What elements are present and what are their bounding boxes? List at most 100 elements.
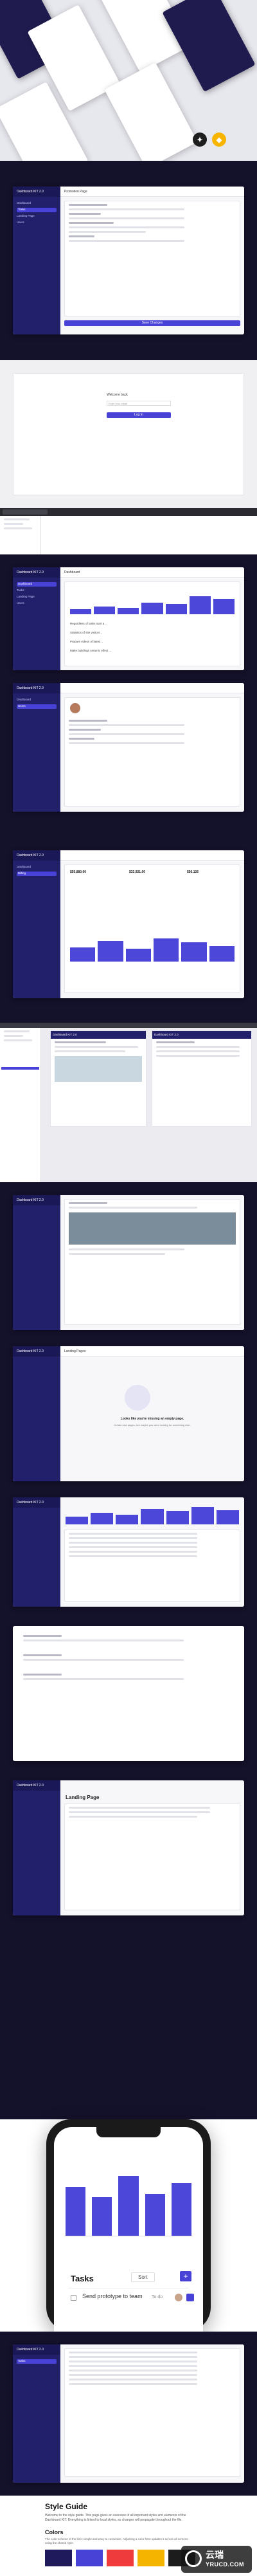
login-title: Welcome back	[107, 393, 128, 397]
figma-icon: ✦	[193, 132, 207, 147]
app-window: Dashboard KIT 2.0	[13, 1195, 244, 1330]
layers-panel	[0, 516, 41, 554]
bar-chart	[66, 1505, 239, 1524]
sidebar-item[interactable]: Billing	[17, 872, 57, 876]
watermark-logo-icon	[185, 2550, 202, 2567]
list-item[interactable]: Prepare videos of latest ..	[70, 640, 103, 643]
stat-value: $32,921.00	[129, 870, 146, 874]
feed-card	[64, 1199, 240, 1325]
sidebar-item[interactable]: Dashboard	[17, 582, 57, 587]
app-window: Dashboard KIT 2.0 Landing Page	[13, 1780, 244, 1915]
sidebar-item[interactable]: Dashboard	[17, 201, 57, 206]
stat-value: $56,126	[187, 870, 199, 874]
sidebar-item[interactable]: Dashboard	[17, 865, 57, 870]
feed-panel: Dashboard KIT 2.0	[50, 1030, 146, 1127]
brand-title: Dashboard KIT 2.0	[13, 187, 60, 197]
app-window: Dashboard KIT 2.0 Dashboard Tasks Landin…	[13, 567, 244, 670]
avatar	[175, 2294, 182, 2301]
task-text: Send prototype to team	[82, 2293, 143, 2299]
watermark: 云瑞 YRUCD.COM	[181, 2546, 252, 2573]
browser-tabbar	[0, 508, 257, 516]
email-field[interactable]: Enter your email	[107, 401, 171, 406]
section-dual-panels: Dashboard KIT 2.0 Dashboard KIT 2.0	[0, 1028, 257, 1182]
sidebar-item[interactable]: Users	[17, 601, 57, 606]
list-item[interactable]: Statistics of site visitors ..	[70, 631, 102, 634]
browser-tab[interactable]	[3, 509, 48, 515]
bar-chart	[70, 936, 235, 962]
sort-button[interactable]: Sort	[131, 2272, 155, 2282]
avatar	[70, 703, 80, 713]
profile-card	[64, 697, 240, 807]
task-checkbox[interactable]	[71, 2295, 76, 2301]
login-card: Welcome back Enter your email Log In	[13, 373, 244, 495]
brand-title: Dashboard KIT 2.0	[13, 1497, 60, 1508]
table-card	[64, 1530, 240, 1602]
tasks-title: Tasks	[71, 2274, 94, 2283]
phone-screen: Tasks Sort + Send prototype to team To d…	[54, 2127, 203, 2332]
toolbar-strip	[0, 1023, 257, 1028]
brand-title: Dashboard KIT 2.0	[13, 2344, 60, 2355]
brand-title: Dashboard KIT 2.0	[13, 1346, 60, 1357]
list-item[interactable]: Make buildings ceramic effect ...	[70, 649, 111, 652]
app-window: Dashboard KIT 2.0 Dashboard Tasks Landin…	[13, 187, 244, 334]
style-guide-intro: Welcome to the style guide. This page gi…	[45, 2514, 186, 2522]
section-table: Dashboard KIT 2.0 Tasks	[0, 2332, 257, 2496]
colors-title: Colors	[45, 2529, 64, 2535]
comments-card	[19, 1632, 238, 1755]
sidebar-item[interactable]: Users	[17, 704, 57, 709]
app-window: Dashboard KIT 2.0 Tasks	[13, 2344, 244, 2483]
landing-title: Landing Page	[66, 1795, 100, 1800]
section-screens: Dashboard KIT 2.0 Dashboard KIT 2.0 Land…	[0, 1182, 257, 2119]
task-action-button[interactable]	[186, 2294, 194, 2301]
login-button[interactable]: Log In	[107, 412, 171, 418]
task-status: To do	[152, 2295, 163, 2299]
page-title: Dashboard	[60, 567, 244, 578]
form-card	[64, 201, 240, 316]
hero-section: ✦ ◆	[0, 0, 257, 161]
sidebar-item[interactable]: Landing Page	[17, 214, 57, 219]
post-image	[55, 1056, 142, 1082]
app-window: Dashboard KIT 2.0 Dashboard Users	[13, 683, 244, 812]
modal-title: Promotion Page	[60, 187, 244, 197]
sidebar-item[interactable]: Tasks	[17, 589, 57, 593]
colors-intro: The color scheme of the kit is simple an…	[45, 2537, 188, 2544]
brand-title: Dashboard KIT 2.0	[13, 683, 60, 693]
color-swatch	[107, 2550, 134, 2566]
add-task-button[interactable]: +	[180, 2271, 191, 2281]
color-swatch	[137, 2550, 164, 2566]
sidebar-item[interactable]: Users	[17, 221, 57, 225]
post-image	[69, 1212, 236, 1245]
sidebar-item[interactable]: Landing Page	[17, 595, 57, 599]
empty-subtitle: Create new pages, but maybe you were loo…	[114, 1423, 191, 1427]
color-swatch	[76, 2550, 103, 2566]
table-card	[64, 2348, 240, 2477]
brand-title: Dashboard KIT 2.0	[13, 850, 60, 861]
list-item[interactable]: Regardless of tasks start a ..	[70, 622, 107, 625]
save-button[interactable]: Save Changes	[64, 320, 240, 326]
empty-title: Looks like you're missing an empty page.	[120, 1417, 184, 1421]
landing-card	[64, 1804, 240, 1910]
brand-title: Dashboard KIT 2.0	[51, 1031, 146, 1039]
section-modal-form: Dashboard KIT 2.0 Dashboard Tasks Landin…	[0, 161, 257, 360]
section-dashboard: Dashboard KIT 2.0 Dashboard Tasks Landin…	[0, 554, 257, 825]
feed-title: Landing Pages	[60, 1346, 244, 1357]
section-sidebar-detail	[0, 516, 257, 554]
app-window: Dashboard KIT 2.0	[13, 1497, 244, 1607]
task-row[interactable]: Send prototype to team To do	[68, 2288, 194, 2316]
style-guide-title: Style Guide	[45, 2502, 88, 2511]
brand-title: Dashboard KIT 2.0	[13, 1780, 60, 1791]
selected-layer[interactable]	[1, 1067, 39, 1070]
sidebar-item[interactable]: Tasks	[17, 208, 57, 212]
section-stats: Dashboard KIT 2.0 Dashboard Billing $55,8…	[0, 825, 257, 1023]
layers-panel	[0, 1028, 41, 1182]
empty-state-illustration	[125, 1385, 150, 1411]
sidebar-item[interactable]: Dashboard	[17, 698, 57, 702]
bar-chart	[66, 2166, 192, 2236]
app-window	[13, 1626, 244, 1761]
hero-card	[104, 62, 198, 161]
sidebar-item[interactable]: Tasks	[17, 2359, 57, 2364]
stats-card: $55,880.00 $32,921.00 $56,126	[64, 864, 240, 993]
app-window: Dashboard KIT 2.0 Landing Pages Looks li…	[13, 1346, 244, 1481]
brand-title: Dashboard KIT 2.0	[13, 1195, 60, 1205]
bar-chart	[70, 589, 235, 614]
